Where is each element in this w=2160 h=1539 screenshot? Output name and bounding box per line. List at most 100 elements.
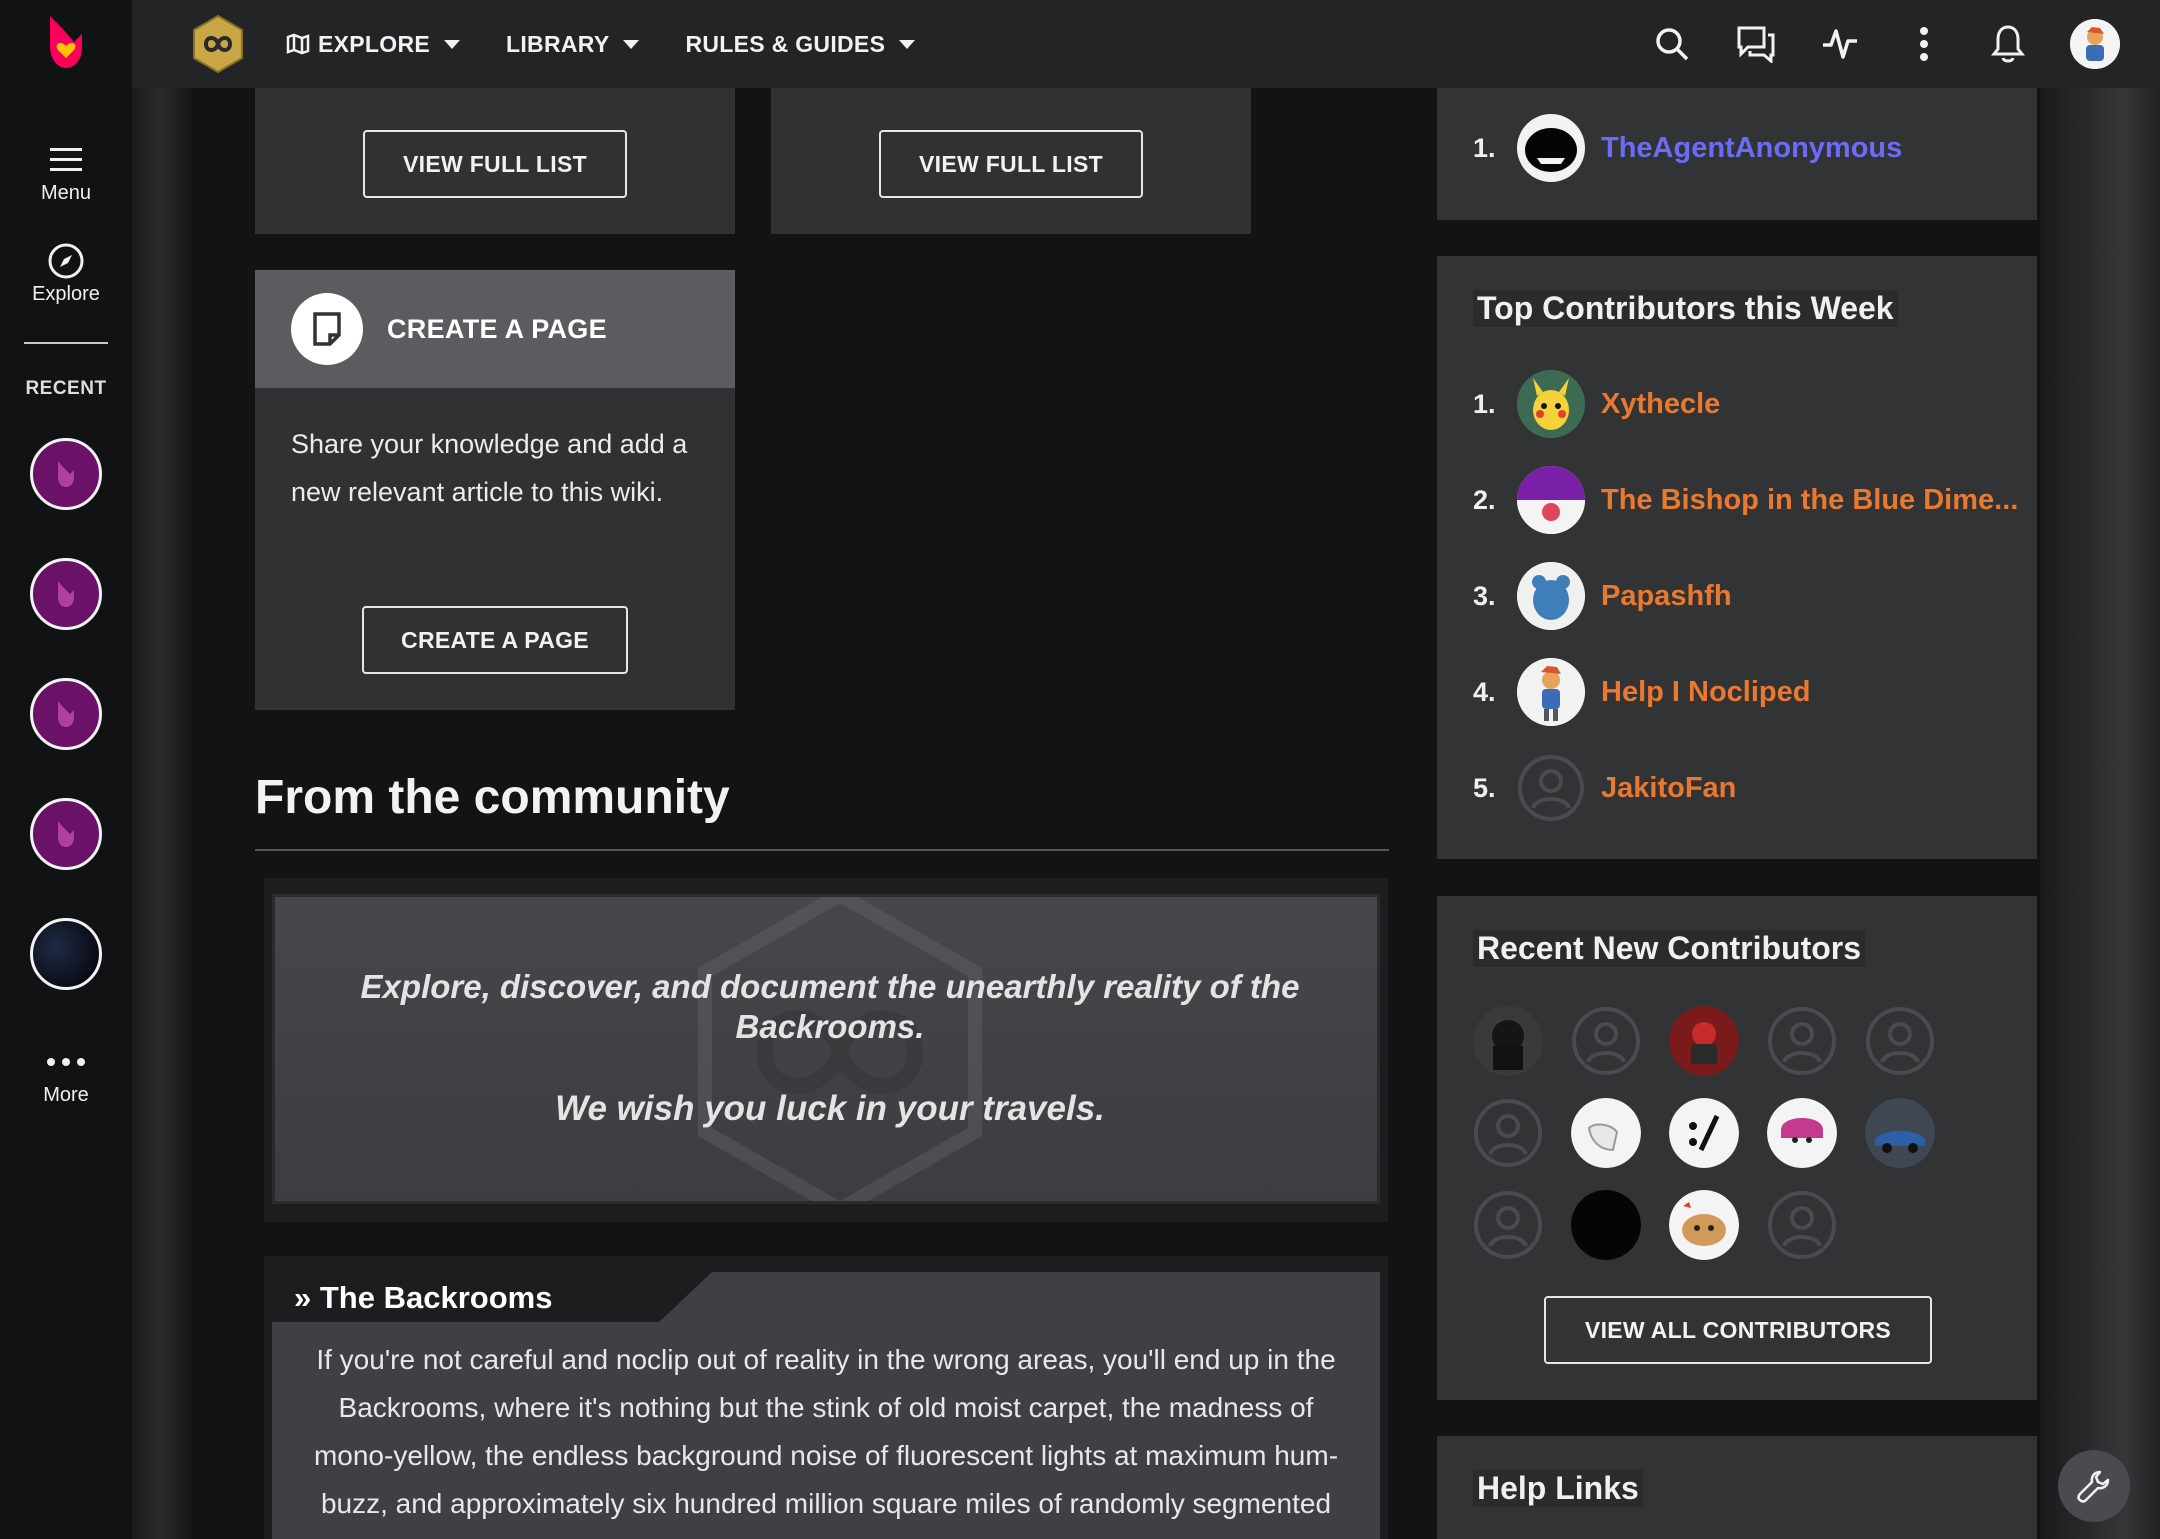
new-contributors-title: Recent New Contributors [1473, 930, 1866, 967]
backrooms-panel: » The Backrooms If you're not careful an… [272, 1272, 1380, 1539]
recent-wiki-1[interactable] [30, 438, 102, 510]
contributor-avatar[interactable] [1571, 1098, 1641, 1168]
contributor-avatar [1517, 658, 1585, 726]
contributor-avatar [1517, 466, 1585, 534]
banner-text-secondary: We wish you luck in your travels. [555, 1089, 1105, 1128]
default-avatar-icon[interactable] [1473, 1190, 1543, 1260]
rank-number: 3. [1473, 580, 1496, 611]
hexagon-logo-icon [698, 897, 982, 1201]
contributor-avatar-grid [1473, 1006, 1935, 1260]
chevron-down-icon [444, 39, 461, 49]
contributor-name[interactable]: Papashfh [1601, 580, 1732, 613]
discussions-icon[interactable] [1734, 22, 1778, 66]
more-button[interactable]: More [43, 1040, 89, 1107]
contributor-name[interactable]: JakitoFan [1601, 772, 1736, 805]
menu-label: Menu [40, 182, 92, 204]
contributor-avatar[interactable] [1473, 1006, 1543, 1076]
user-avatar[interactable] [2070, 19, 2120, 69]
contributor-avatar[interactable] [1865, 1098, 1935, 1168]
bell-icon[interactable] [1986, 22, 2030, 66]
library-dropdown[interactable]: LIBRARY [506, 31, 640, 58]
weekly-contributors-card: Top Contributors this Week 1. Xythecle 2… [1437, 256, 2037, 859]
fandom-logo-icon[interactable] [42, 12, 90, 72]
view-all-contributors-button[interactable]: VIEW ALL CONTRIBUTORS [1544, 1296, 1932, 1364]
backrooms-intro: » The Backrooms If you're not careful an… [264, 1256, 1388, 1539]
explore-dropdown[interactable]: EXPLORE [286, 30, 461, 58]
default-avatar-icon[interactable] [1865, 1006, 1935, 1076]
compass-icon [47, 239, 85, 283]
rank-number: 2. [1473, 484, 1496, 515]
help-links-title: Help Links [1473, 1470, 1643, 1507]
view-full-list-button[interactable]: VIEW FULL LIST [879, 130, 1143, 198]
explore-nav-label: EXPLORE [318, 30, 431, 57]
contributor-name[interactable]: Xythecle [1601, 388, 1720, 421]
top-pages-card-left: VIEW FULL LIST [255, 88, 735, 234]
contributor-avatar[interactable] [1571, 1190, 1641, 1260]
view-full-list-button[interactable]: VIEW FULL LIST [363, 130, 627, 198]
menu-button[interactable]: Menu [41, 138, 91, 205]
community-banner: Explore, discover, and document the unea… [264, 878, 1388, 1222]
backrooms-text: If you're not careful and noclip out of … [313, 1344, 1339, 1539]
wrench-icon[interactable] [2058, 1450, 2130, 1522]
default-avatar-icon [1517, 754, 1585, 822]
contributor-row[interactable]: 1. TheAgentAnonymous [1473, 112, 1902, 184]
contributor-avatar[interactable] [1669, 1190, 1739, 1260]
create-page-card: CREATE A PAGE Share your knowledge and a… [255, 270, 735, 710]
recent-wiki-3[interactable] [30, 678, 102, 750]
wiki-nav: EXPLORE LIBRARY RULES & GUIDES [286, 31, 961, 58]
top-pages-card-right: VIEW FULL LIST [771, 88, 1251, 234]
default-avatar-icon[interactable] [1767, 1190, 1837, 1260]
rank-number: 5. [1473, 772, 1496, 803]
recent-label: RECENT [25, 378, 107, 399]
background-texture-right [2040, 88, 2160, 1539]
search-icon[interactable] [1650, 22, 1694, 66]
contributor-name[interactable]: TheAgentAnonymous [1601, 132, 1902, 165]
contributor-avatar[interactable] [1767, 1098, 1837, 1168]
default-avatar-icon[interactable] [1767, 1006, 1837, 1076]
background-texture-left [132, 88, 192, 1539]
default-avatar-icon[interactable] [1571, 1006, 1641, 1076]
rules-nav-label: RULES & GUIDES [685, 30, 886, 57]
nav-divider [24, 342, 108, 344]
recent-wiki-2[interactable] [30, 558, 102, 630]
explore-label: Explore [32, 283, 100, 305]
chevron-down-icon [623, 39, 640, 49]
more-label: More [43, 1084, 89, 1106]
help-links-card: Help Links [1437, 1436, 2037, 1539]
more-dots-icon [46, 1040, 86, 1084]
contributor-row[interactable]: 5. JakitoFan [1473, 752, 1736, 824]
weekly-contributors-title: Top Contributors this Week [1473, 290, 1898, 327]
rules-guides-dropdown[interactable]: RULES & GUIDES [685, 30, 916, 58]
page-icon [291, 293, 363, 365]
chevron-down-icon [899, 39, 916, 49]
wiki-header: EXPLORE LIBRARY RULES & GUIDES [132, 0, 2160, 88]
create-page-button[interactable]: CREATE A PAGE [362, 606, 628, 674]
hamburger-icon [50, 138, 82, 182]
contributor-avatar [1517, 562, 1585, 630]
default-avatar-icon[interactable] [1473, 1098, 1543, 1168]
contributor-name[interactable]: The Bishop in the Blue Dime... [1601, 484, 2018, 517]
fandom-flame-icon [58, 821, 74, 847]
activity-icon[interactable] [1818, 22, 1862, 66]
contributor-avatar[interactable] [1669, 1006, 1739, 1076]
contributor-row[interactable]: 3. Papashfh [1473, 560, 1732, 632]
wiki-logo-icon[interactable] [190, 14, 246, 74]
section-title: From the community [255, 771, 730, 824]
fandom-flame-icon [58, 461, 74, 487]
contributor-row[interactable]: 2. The Bishop in the Blue Dime... [1473, 464, 2018, 536]
map-icon [286, 33, 310, 55]
rank-number: 4. [1473, 676, 1496, 707]
recent-wiki-4[interactable] [30, 798, 102, 870]
contributor-row[interactable]: 1. Xythecle [1473, 368, 1720, 440]
contributor-avatar [1517, 114, 1585, 182]
rank-number: 1. [1473, 388, 1496, 419]
recent-wiki-5[interactable] [30, 918, 102, 990]
fandom-flame-icon [58, 701, 74, 727]
contributor-name[interactable]: Help I Nocliped [1601, 676, 1810, 709]
contributor-avatar[interactable] [1669, 1098, 1739, 1168]
explore-button[interactable]: Explore [32, 239, 100, 306]
banner-panel: Explore, discover, and document the unea… [272, 894, 1380, 1204]
banner-text-primary: Explore, discover, and document the unea… [360, 968, 1300, 1045]
more-vertical-icon[interactable] [1902, 22, 1946, 66]
contributor-row[interactable]: 4. Help I Nocliped [1473, 656, 1810, 728]
